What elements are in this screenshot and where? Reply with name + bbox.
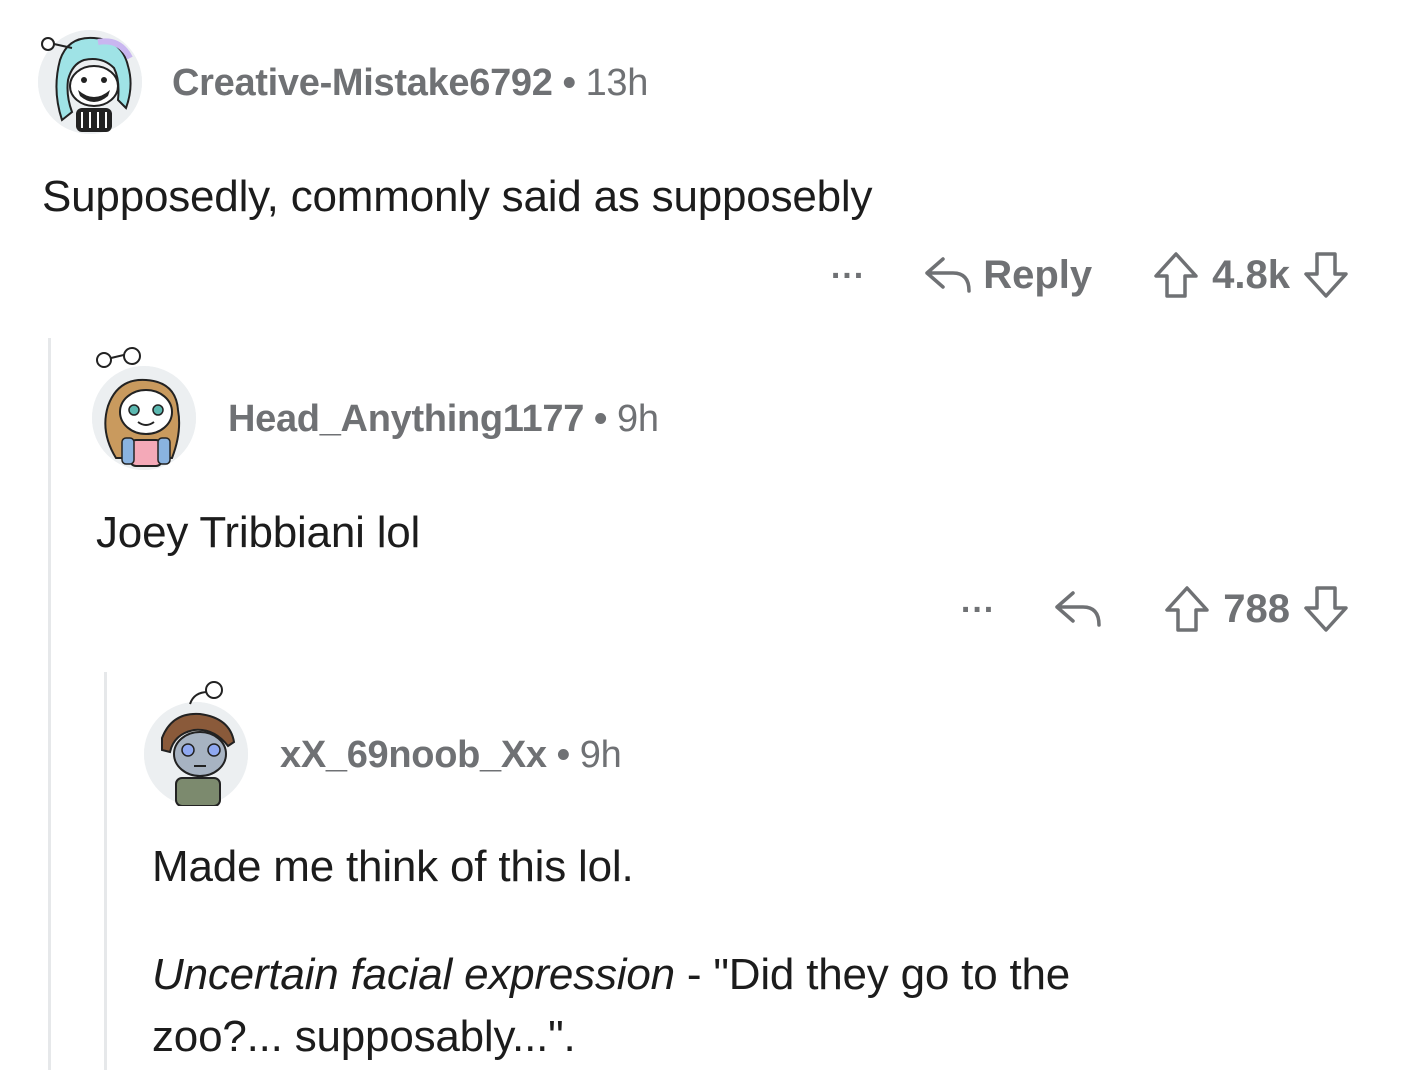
antenna-icon [96, 347, 141, 368]
timestamp: 13h [585, 62, 649, 104]
comment-3-body-line-3: zoo?... supposably...". [152, 1012, 576, 1061]
reply-arrow-icon [923, 253, 973, 297]
comment-2-body: Joey Tribbiani lol [96, 508, 421, 557]
comment-3-body-line-1: Made me think of this lol. [152, 842, 634, 891]
avatar[interactable] [92, 347, 196, 470]
snoo-avatar-icon [38, 30, 142, 134]
reply-label[interactable]: Reply [983, 253, 1092, 298]
thread-line-level-1[interactable] [48, 338, 51, 1070]
comment-1-actions: ... Reply 4.8k [831, 250, 1350, 300]
comment-2-author[interactable]: Head_Anything1177 • 9h [228, 398, 659, 441]
comment-3-author[interactable]: xX_69noob_Xx • 9h [280, 734, 622, 777]
vote-controls: 4.8k [1152, 250, 1350, 300]
username-text[interactable]: Creative-Mistake6792 [172, 62, 553, 104]
quote-text: - "Did they go to the [674, 950, 1071, 999]
username-text[interactable]: xX_69noob_Xx [280, 734, 547, 776]
username-text[interactable]: Head_Anything1177 [228, 398, 584, 440]
avatar[interactable] [144, 681, 248, 807]
separator-dot: • [556, 734, 570, 776]
snoo-avatar-icon [144, 702, 248, 807]
comment-2-actions: ... 788 [961, 584, 1350, 634]
comment-1-body: Supposedly, commonly said as supposebly [42, 172, 873, 221]
separator-dot: • [562, 62, 576, 104]
downvote-arrow-icon[interactable] [1302, 250, 1350, 300]
score: 4.8k [1212, 252, 1290, 297]
comment-1-author[interactable]: Creative-Mistake6792 • 13h [172, 62, 648, 105]
antenna-icon [189, 681, 223, 705]
more-options-button[interactable]: ... [961, 584, 995, 618]
snoo-avatar-icon [92, 366, 196, 470]
upvote-arrow-icon[interactable] [1152, 250, 1200, 300]
downvote-arrow-icon[interactable] [1302, 584, 1350, 634]
reply-button[interactable]: Reply [923, 253, 1092, 298]
thread-line-level-2[interactable] [104, 672, 107, 1070]
reply-arrow-icon [1053, 587, 1103, 631]
comment-3-body-line-2: Uncertain facial expression - "Did they … [152, 950, 1070, 1000]
timestamp: 9h [617, 398, 659, 440]
avatar[interactable] [38, 30, 142, 134]
italic-text: Uncertain facial expression [152, 950, 675, 999]
separator-dot: • [594, 398, 608, 440]
reply-button[interactable] [1053, 587, 1103, 631]
timestamp: 9h [579, 734, 622, 776]
upvote-arrow-icon[interactable] [1163, 584, 1211, 634]
score: 788 [1223, 586, 1290, 631]
vote-controls: 788 [1163, 584, 1350, 634]
more-options-button[interactable]: ... [831, 250, 865, 284]
